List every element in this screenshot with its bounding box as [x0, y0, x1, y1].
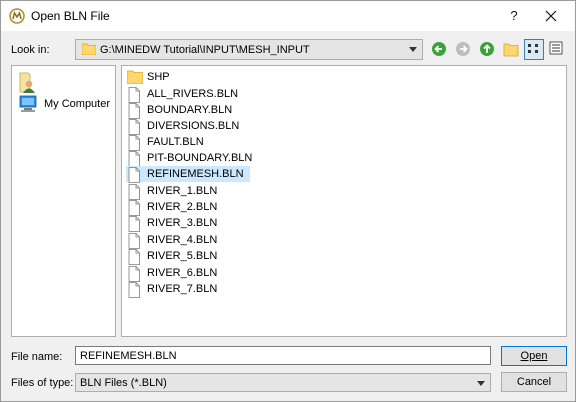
- file-item[interactable]: BOUNDARY.BLN: [126, 102, 250, 119]
- cancel-button-label: Cancel: [516, 376, 552, 388]
- file-item[interactable]: RIVER_3.BLN: [126, 215, 250, 232]
- file-name: PIT-BOUNDARY.BLN: [147, 152, 253, 164]
- chevron-down-icon[interactable]: [409, 47, 417, 52]
- forward-button[interactable]: [453, 39, 473, 60]
- open-button-label: Open: [520, 350, 548, 362]
- user-icon: [19, 72, 35, 93]
- list-view-button[interactable]: [524, 39, 544, 60]
- file-item[interactable]: RIVER_1.BLN: [126, 183, 250, 200]
- help-button[interactable]: ?: [501, 5, 527, 27]
- forward-arrow-icon: [456, 42, 470, 56]
- document-icon: [128, 87, 140, 103]
- window-title: Open BLN File: [31, 9, 110, 23]
- file-name: FAULT.BLN: [147, 136, 204, 148]
- file-name: BOUNDARY.BLN: [147, 104, 233, 116]
- file-item[interactable]: PIT-BOUNDARY.BLN: [126, 150, 253, 167]
- file-name: RIVER_1.BLN: [147, 185, 218, 197]
- document-icon: [128, 151, 140, 167]
- file-name: RIVER_5.BLN: [147, 250, 218, 262]
- document-icon: [128, 233, 140, 249]
- document-icon: [128, 184, 140, 200]
- computer-icon: [19, 95, 37, 112]
- document-icon: [128, 282, 140, 298]
- file-name: RIVER_3.BLN: [147, 217, 218, 229]
- document-icon: [128, 216, 140, 232]
- list-view-icon: [528, 44, 538, 53]
- file-name-input[interactable]: [75, 346, 491, 365]
- file-name-label: File name:: [11, 351, 63, 363]
- file-name: ALL_RIVERS.BLN: [147, 88, 239, 100]
- file-name: RIVER_7.BLN: [147, 283, 218, 295]
- places-sidebar: My Computer: [11, 65, 116, 337]
- sidebar-item-my-computer[interactable]: My Computer: [18, 94, 116, 114]
- app-logo-icon: [9, 8, 25, 24]
- document-icon: [128, 167, 140, 183]
- file-type-value: BLN Files (*.BLN): [80, 377, 167, 389]
- file-name: RIVER_4.BLN: [147, 234, 218, 246]
- file-item[interactable]: DIVERSIONS.BLN: [126, 118, 250, 135]
- file-item[interactable]: ALL_RIVERS.BLN: [126, 86, 250, 103]
- file-item[interactable]: RIVER_4.BLN: [126, 232, 250, 249]
- file-item[interactable]: RIVER_7.BLN: [126, 281, 250, 298]
- file-item-selected[interactable]: REFINEMESH.BLN: [126, 166, 250, 183]
- new-folder-icon: [503, 43, 519, 57]
- file-name: RIVER_6.BLN: [147, 267, 218, 279]
- up-arrow-icon: [480, 42, 494, 56]
- close-button[interactable]: [537, 5, 565, 27]
- cancel-button[interactable]: Cancel: [501, 372, 567, 392]
- look-in-path: G:\MINEDW Tutorial\INPUT\MESH_INPUT: [100, 44, 310, 56]
- file-type-dropdown[interactable]: BLN Files (*.BLN): [75, 373, 491, 392]
- open-button[interactable]: Open: [501, 346, 567, 366]
- document-icon: [128, 119, 140, 135]
- document-icon: [128, 249, 140, 265]
- sidebar-item-user[interactable]: [18, 72, 116, 93]
- detail-view-button[interactable]: [547, 39, 567, 60]
- look-in-dropdown[interactable]: G:\MINEDW Tutorial\INPUT\MESH_INPUT: [75, 39, 423, 60]
- new-folder-button[interactable]: [501, 39, 521, 60]
- back-arrow-icon: [432, 42, 446, 56]
- document-icon: [128, 135, 140, 151]
- folder-icon: [127, 70, 143, 84]
- file-list: SHP ALL_RIVERS.BLN BOUNDARY.BLN DIVERSIO…: [121, 65, 567, 337]
- document-icon: [128, 266, 140, 282]
- document-icon: [128, 103, 140, 119]
- file-name: DIVERSIONS.BLN: [147, 120, 240, 132]
- file-item[interactable]: RIVER_6.BLN: [126, 265, 250, 282]
- file-name: REFINEMESH.BLN: [147, 168, 244, 180]
- open-file-dialog: Open BLN File ? Look in: G:\MINEDW Tutor…: [0, 0, 576, 402]
- file-name: RIVER_2.BLN: [147, 201, 218, 213]
- look-in-label: Look in:: [11, 44, 50, 56]
- file-item[interactable]: RIVER_5.BLN: [126, 248, 250, 265]
- folder-icon: [81, 43, 97, 58]
- detail-view-icon: [549, 41, 563, 55]
- file-item[interactable]: FAULT.BLN: [126, 134, 250, 151]
- close-icon: [545, 10, 557, 22]
- back-button[interactable]: [429, 39, 449, 60]
- sidebar-item-label: My Computer: [44, 98, 111, 110]
- file-item[interactable]: RIVER_2.BLN: [126, 199, 250, 216]
- file-type-label: Files of type:: [11, 377, 74, 389]
- folder-item[interactable]: SHP: [126, 69, 250, 85]
- title-bar: Open BLN File ?: [1, 1, 575, 31]
- folder-name: SHP: [147, 71, 170, 83]
- parent-folder-button[interactable]: [477, 39, 497, 60]
- chevron-down-icon[interactable]: [477, 381, 485, 386]
- document-icon: [128, 200, 140, 216]
